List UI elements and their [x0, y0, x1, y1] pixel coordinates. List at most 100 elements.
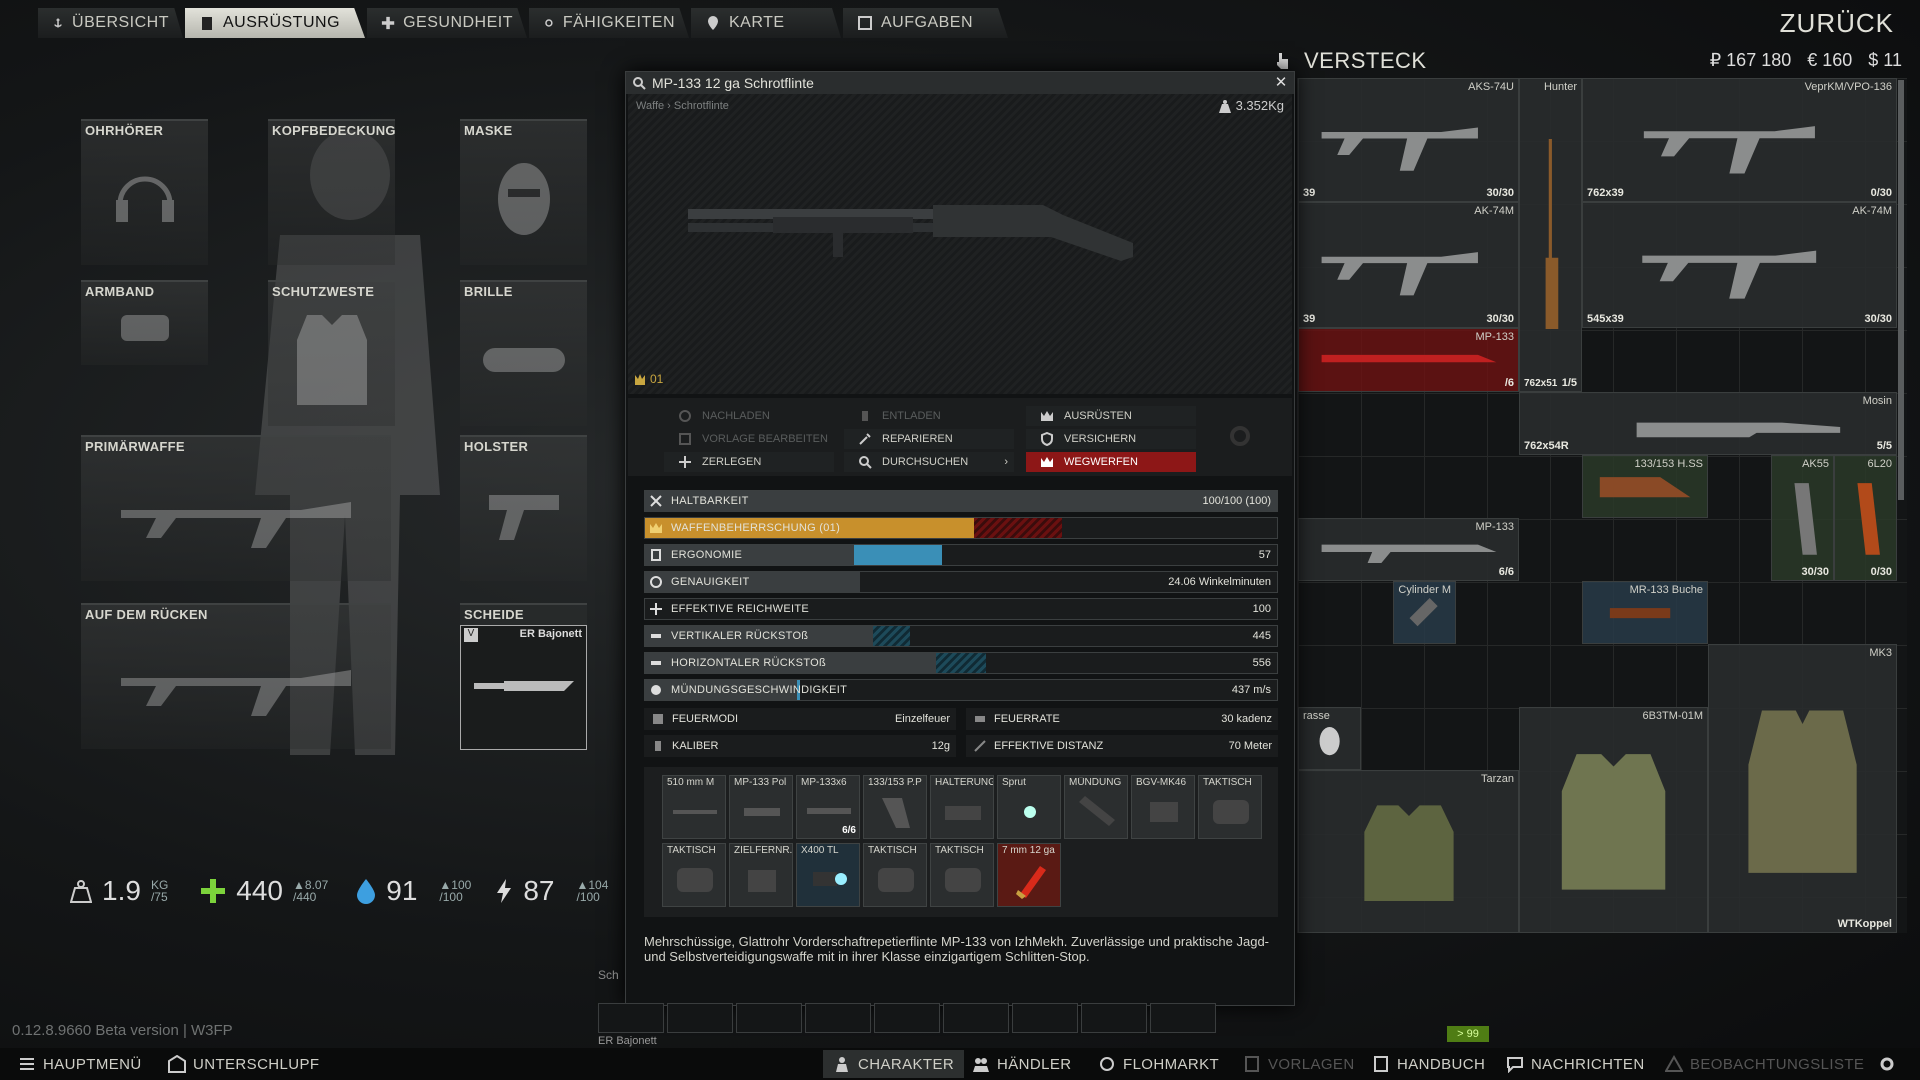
cylinder-icon: [1409, 598, 1438, 627]
messages-button[interactable]: NACHRICHTEN: [1506, 1050, 1645, 1078]
traders-button[interactable]: HÄNDLER: [972, 1050, 1071, 1078]
mod-slot[interactable]: ZIELFERNR.: [729, 843, 793, 907]
slot-vest[interactable]: SCHUTZWESTE: [268, 280, 395, 426]
quick-slot[interactable]: [1150, 1003, 1216, 1033]
stash-item[interactable]: 6B3TM-01M: [1519, 707, 1708, 933]
stash-item[interactable]: AK-74M 39 30/30: [1298, 202, 1519, 328]
character-button[interactable]: CHARAKTER: [823, 1050, 965, 1078]
mod-slot[interactable]: X400 TL: [796, 843, 860, 907]
insure-button[interactable]: VERSICHERN: [1026, 429, 1196, 449]
watchlist-button[interactable]: BEOBACHTUNGSLISTE: [1665, 1050, 1864, 1078]
stash-item[interactable]: rasse: [1298, 707, 1361, 770]
equip-button[interactable]: AUSRÜSTEN: [1026, 406, 1196, 426]
main-menu-button[interactable]: HAUPTMENÜ: [18, 1050, 142, 1078]
mod-slot[interactable]: 133/153 P.P: [863, 775, 927, 839]
rifle-icon: [121, 501, 351, 548]
magnifier-icon: [633, 77, 646, 90]
stash-item[interactable]: AKS-74U 39 30/30: [1298, 78, 1519, 202]
stash-item-selected[interactable]: MP-133/6: [1298, 328, 1519, 392]
tab-skills[interactable]: FÄHIGKEITEN: [529, 8, 689, 38]
stash-item[interactable]: MP-133 6/6: [1298, 518, 1519, 581]
search-icon: [859, 456, 872, 469]
repair-button[interactable]: REPARIEREN: [844, 429, 1014, 449]
tab-health[interactable]: GESUNDHEIT: [367, 8, 527, 38]
quick-slot[interactable]: [598, 1003, 664, 1033]
search-button[interactable]: DURCHSUCHEN ›: [844, 452, 1014, 472]
slot-holster[interactable]: HOLSTER: [460, 435, 587, 581]
tab-equipment[interactable]: AUSRÜSTUNG: [185, 8, 365, 38]
disassemble-icon: [679, 456, 691, 468]
slot-armband[interactable]: ARMBAND: [81, 280, 208, 365]
stash-item[interactable]: Hunter 762x51 1/5: [1519, 78, 1582, 392]
tab-map[interactable]: KARTE: [691, 8, 841, 38]
breadcrumb: Waffe › Schrotflinte: [636, 100, 729, 112]
mod-slot[interactable]: TAKTISCH: [1198, 775, 1262, 839]
effective-distance-row: EFFEKTIVE DISTANZ 70 Meter: [966, 735, 1278, 757]
slot-earpiece[interactable]: OHRHÖRER: [81, 119, 208, 265]
reload-button[interactable]: NACHLADEN: [664, 406, 834, 426]
stash-scrollbar[interactable]: [1898, 80, 1904, 500]
stash-item[interactable]: MR-133 Buche: [1582, 581, 1708, 644]
scabbard-item[interactable]: ER Bajonett V: [460, 625, 587, 750]
stash-item[interactable]: Tarzan: [1298, 770, 1519, 933]
stash-item[interactable]: 6L20 0/30: [1834, 455, 1897, 581]
settings-button[interactable]: [1878, 1050, 1896, 1078]
watchlist-icon: [1665, 1055, 1683, 1072]
quick-slot[interactable]: [943, 1003, 1009, 1033]
mod-slot[interactable]: TAKTISCH: [930, 843, 994, 907]
stash-item[interactable]: Cylinder M: [1393, 581, 1456, 644]
item-inspect-window[interactable]: MP-133 12 ga Schrotflinte ✕ Waffe › Schr…: [625, 71, 1295, 1006]
fire-mode-icon: [653, 714, 663, 724]
mod-slot-ammo[interactable]: 7 mm 12 ga: [997, 843, 1061, 907]
mod-slots: 510 mm M MP-133 Pol MP-133x6 6/6 133/153 …: [644, 767, 1278, 917]
mod-slot[interactable]: MP-133x6 6/6: [796, 775, 860, 839]
weapon-preview[interactable]: [628, 94, 1292, 394]
discard-button[interactable]: WEGWERFEN: [1026, 452, 1196, 472]
mod-slot[interactable]: Sprut: [997, 775, 1061, 839]
slot-eyewear[interactable]: BRILLE: [460, 280, 587, 426]
chevron-right-icon: ›: [1004, 456, 1008, 468]
quick-slot[interactable]: [1012, 1003, 1078, 1033]
unload-button[interactable]: ENTLADEN: [844, 406, 1014, 426]
mod-slot[interactable]: TAKTISCH: [662, 843, 726, 907]
stash-item[interactable]: Mosin 762x54R 5/5: [1519, 392, 1897, 455]
quick-slot[interactable]: [736, 1003, 802, 1033]
disassemble-button[interactable]: ZERLEGEN: [664, 452, 834, 472]
stash-grid[interactable]: AKS-74U 39 30/30 Hunter 762x51 1/5 VeprKM/VP…: [1297, 78, 1907, 933]
slot-back[interactable]: AUF DEM RÜCKEN: [81, 603, 391, 749]
stash-item[interactable]: 133/153 H.SS: [1582, 455, 1708, 518]
close-button[interactable]: ✕: [1272, 74, 1290, 92]
quick-slot[interactable]: [1081, 1003, 1147, 1033]
stash-item[interactable]: AK-74M 545x39 30/30: [1582, 202, 1897, 328]
hideout-button[interactable]: UNTERSCHLUPF: [168, 1050, 319, 1078]
stash-item[interactable]: VeprKM/VPO-136 762x39 0/30: [1582, 78, 1897, 202]
caliber-row: KALIBER 12g: [644, 735, 956, 757]
pistol-icon: [488, 494, 559, 540]
slot-scabbard[interactable]: SCHEIDE ER Bajonett V: [460, 603, 587, 750]
quick-slot[interactable]: [874, 1003, 940, 1033]
mod-slot[interactable]: MP-133 Pol: [729, 775, 793, 839]
mod-slot[interactable]: HALTERUNG: [930, 775, 994, 839]
slot-headwear[interactable]: KOPFBEDECKUNG: [268, 119, 395, 265]
tab-tasks[interactable]: AUFGABEN: [843, 8, 1008, 38]
slot-primary-weapon[interactable]: PRIMÄRWAFFE: [81, 435, 391, 581]
quick-slot[interactable]: [667, 1003, 733, 1033]
recoil-icon: [651, 661, 661, 665]
quick-slot[interactable]: [805, 1003, 871, 1033]
flea-market-button[interactable]: FLOHMARKT: [1098, 1050, 1219, 1078]
mod-slot[interactable]: TAKTISCH: [863, 843, 927, 907]
tab-overview[interactable]: ÜBERSICHT: [38, 8, 183, 38]
stash-item[interactable]: MK3 WTKoppel: [1708, 644, 1897, 933]
mod-slot[interactable]: BGV-MK46: [1131, 775, 1195, 839]
mod-slot[interactable]: MÜNDUNG: [1064, 775, 1128, 839]
horizontal-recoil-bar: HORIZONTALER RÜCKSTOß 556: [644, 652, 1278, 674]
presets-button[interactable]: VORLAGEN: [1243, 1050, 1355, 1078]
forend-icon: [1609, 608, 1671, 619]
edit-preset-button[interactable]: VORLAGE BEARBEITEN: [664, 429, 834, 449]
window-titlebar[interactable]: MP-133 12 ga Schrotflinte: [626, 72, 1294, 94]
back-button[interactable]: ZURÜCK: [1780, 8, 1894, 39]
slot-mask[interactable]: MASKE: [460, 119, 587, 265]
stash-item[interactable]: AK55 30/30: [1771, 455, 1834, 581]
mod-slot[interactable]: 510 mm M: [662, 775, 726, 839]
handbook-button[interactable]: HANDBUCH: [1372, 1050, 1485, 1078]
